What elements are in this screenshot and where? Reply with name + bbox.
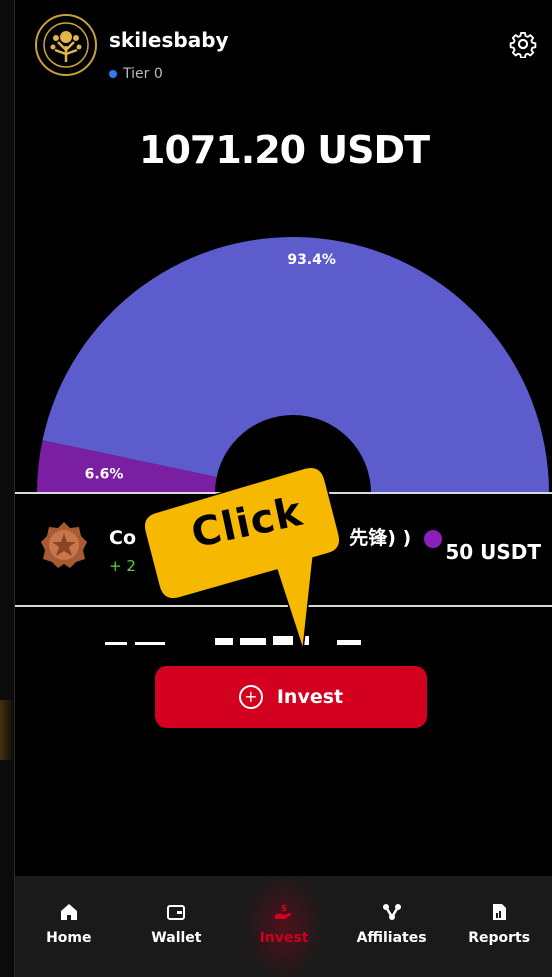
invest-icon: $ — [274, 904, 292, 919]
reports-icon — [493, 904, 507, 920]
app-screen: skilesbaby Tier 0 1071.20 USDT 93.4% 6.6… — [14, 0, 552, 977]
nav-affiliates[interactable]: Affiliates — [338, 876, 446, 977]
bottom-nav: Home Wallet $ Invest Affiliates Reports — [15, 872, 552, 977]
plan-status-dot-icon — [423, 529, 442, 548]
chart-label-small: 6.6% — [85, 466, 124, 482]
nav-reports[interactable]: Reports — [445, 876, 552, 977]
username: skilesbaby — [109, 28, 229, 52]
click-callout — [143, 466, 341, 651]
tier-label: Tier 0 — [109, 66, 163, 82]
nav-reports-label: Reports — [468, 930, 531, 946]
side-glow — [0, 700, 14, 760]
tree-logo-icon — [43, 22, 89, 68]
plus-circle-icon: + — [238, 685, 263, 709]
balance-amount: 1071.20 USDT — [139, 128, 430, 172]
home-icon — [60, 904, 77, 920]
nav-home[interactable]: Home — [15, 876, 123, 977]
affiliates-icon — [382, 904, 401, 920]
nav-invest[interactable]: $ Invest — [230, 872, 338, 977]
bronze-medal-icon — [41, 522, 87, 568]
nav-affiliates-label: Affiliates — [356, 930, 427, 946]
plan-title-prefix: Co — [109, 527, 136, 549]
wallet-icon — [167, 905, 186, 920]
tier-dot-icon — [109, 70, 117, 78]
plan-value: 50 USDT — [445, 540, 541, 564]
portfolio-chart: 93.4% 6.6% — [37, 237, 550, 500]
svg-text:$: $ — [281, 904, 287, 914]
nav-wallet[interactable]: Wallet — [123, 876, 231, 977]
nav-invest-label: Invest — [259, 930, 309, 946]
plan-subtitle: + 2 — [109, 557, 136, 575]
chart-label-large: 93.4% — [287, 252, 336, 268]
invest-button[interactable]: + Invest — [155, 666, 427, 728]
avatar[interactable] — [35, 14, 97, 76]
nav-wallet-label: Wallet — [151, 930, 202, 946]
invest-button-label: Invest — [276, 686, 344, 708]
tier-text: Tier 0 — [123, 66, 163, 82]
nav-home-label: Home — [46, 930, 92, 946]
gear-icon[interactable] — [509, 30, 537, 58]
